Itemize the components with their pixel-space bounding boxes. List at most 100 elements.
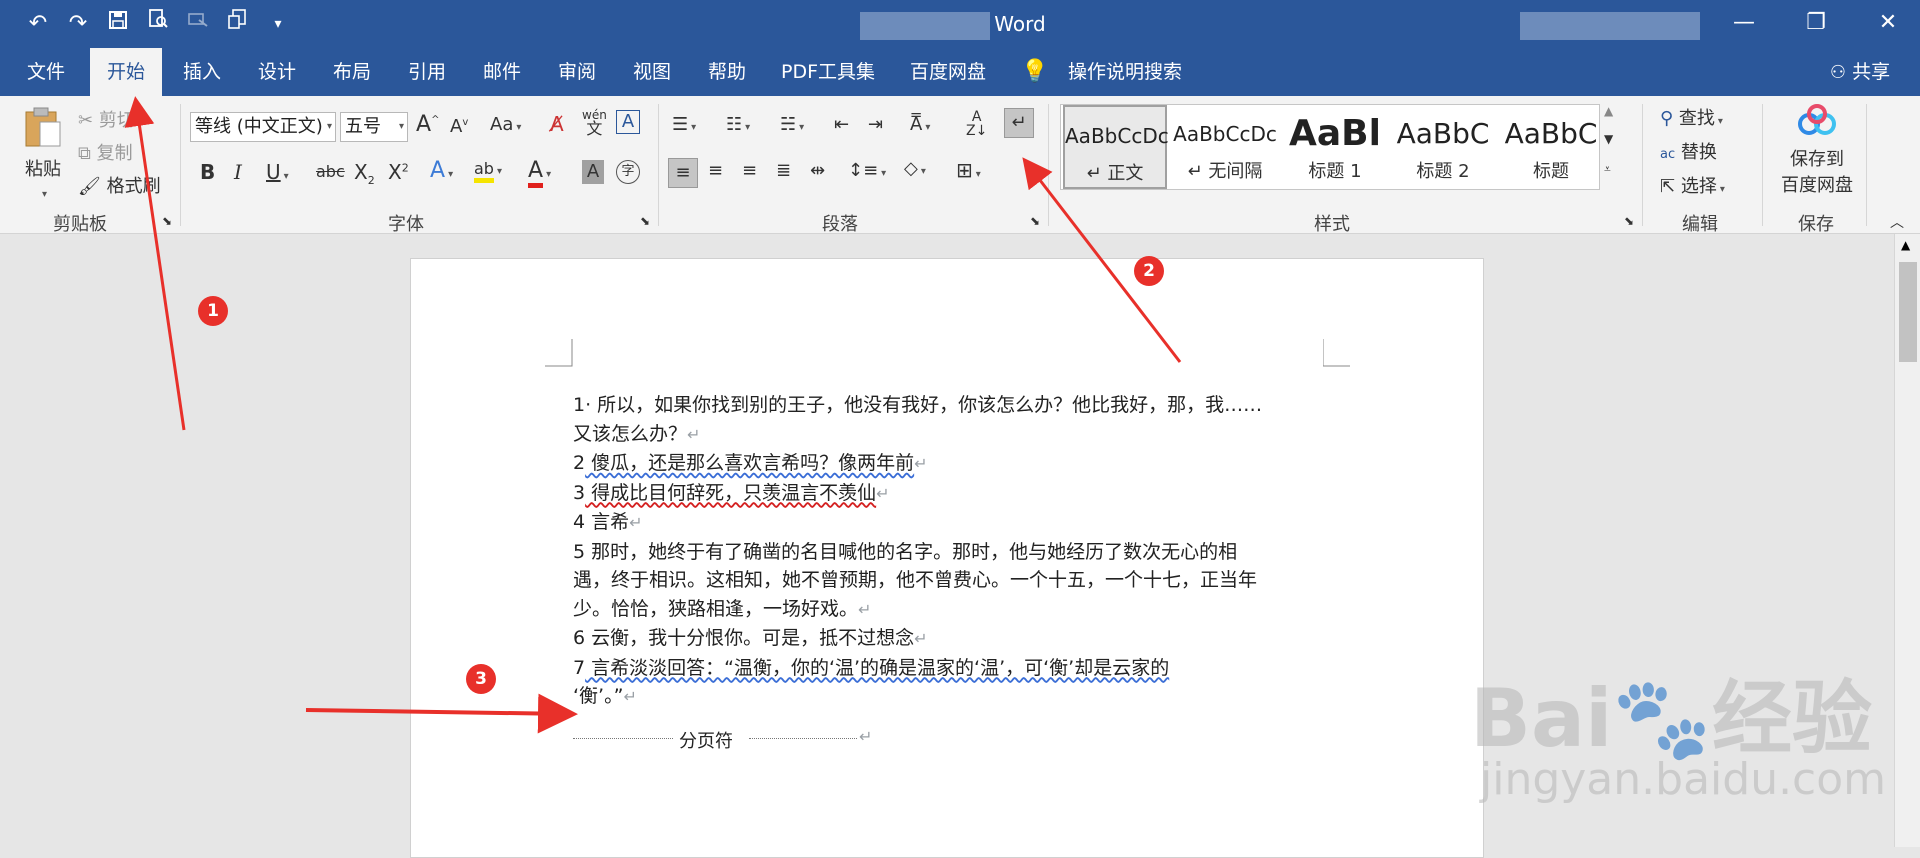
sort-button[interactable]: A Z↓	[966, 110, 987, 138]
font-name-select[interactable]: 等线 (中文正文) ▾	[190, 112, 336, 142]
paragraph: 1· 所以，如果你找到别的王子，他没有我好，你该怎么办？他比我好，那，我……	[573, 394, 1263, 416]
justify-button[interactable]: ≣	[776, 160, 791, 181]
restore-button[interactable]: ❐	[1784, 0, 1848, 48]
strikethrough-button[interactable]: abc	[316, 162, 345, 181]
tab-mailings[interactable]: 邮件	[472, 48, 532, 96]
tab-file[interactable]: 文件	[18, 48, 74, 96]
ribbon-tabs: 文件 开始 插入 设计 布局 引用 邮件 审阅 视图 帮助 PDF工具集 百度网…	[0, 48, 1920, 96]
tab-design[interactable]: 设计	[247, 48, 307, 96]
distributed-button[interactable]: ⇹	[810, 160, 825, 181]
styles-more-icon[interactable]: ⩡	[1604, 162, 1611, 177]
italic-button[interactable]: I	[234, 160, 242, 184]
paragraph-mark: ↵	[859, 727, 873, 746]
font-size-select[interactable]: 五号 ▾	[340, 112, 408, 142]
paragraph-launcher-icon[interactable]: ⬊	[1030, 214, 1040, 228]
highlight-button[interactable]: ab ▾	[474, 158, 502, 183]
scroll-up-icon[interactable]: ▲	[1901, 238, 1910, 252]
change-case-button[interactable]: Aa ▾	[490, 114, 521, 135]
paw-icon: 🐾	[1612, 672, 1712, 765]
clipboard-launcher-icon[interactable]: ⬊	[162, 214, 172, 228]
tab-pdf-tools[interactable]: PDF工具集	[772, 48, 884, 96]
document-body[interactable]: 1· 所以，如果你找到别的王子，他没有我好，你该怎么办？他比我好，那，我…… 又…	[573, 391, 1333, 712]
increase-indent-button[interactable]: ⇥	[868, 114, 883, 135]
font-size-value: 五号	[345, 116, 381, 137]
styles-group-label: 样式	[1314, 214, 1350, 235]
tab-view[interactable]: 视图	[622, 48, 682, 96]
chevron-down-icon: ▾	[398, 121, 404, 132]
tab-layout[interactable]: 布局	[322, 48, 382, 96]
clear-formatting-icon[interactable]: A̸	[550, 112, 564, 136]
document-page[interactable]: 1· 所以，如果你找到别的王子，他没有我好，你该怎么办？他比我好，那，我…… 又…	[410, 258, 1484, 858]
close-button[interactable]: ✕	[1856, 0, 1920, 48]
bullets-button[interactable]: ☰ ▾	[672, 114, 696, 135]
chinese-layout-button[interactable]: A̿ ▾	[910, 114, 930, 135]
style-title[interactable]: AaBbC 标题	[1499, 105, 1603, 189]
scrollbar-thumb[interactable]	[1899, 262, 1917, 362]
chevron-down-icon: ▾	[326, 121, 332, 132]
styles-gallery: AaBbCcDc ↵ 正文 AaBbCcDc ↵ 无间隔 AaBl 标题 1 A…	[1060, 104, 1600, 190]
align-right-button[interactable]: ≡	[742, 160, 757, 181]
line-spacing-button[interactable]: ↕≡ ▾	[848, 160, 886, 181]
styles-launcher-icon[interactable]: ⬊	[1624, 214, 1634, 228]
borders-button[interactable]: ⊞ ▾	[956, 158, 981, 182]
paragraph: 少。恰恰，狭路相逢，一场好戏。↵	[573, 597, 872, 620]
replace-button[interactable]: ac 替换	[1660, 138, 1717, 164]
tab-review[interactable]: 审阅	[547, 48, 607, 96]
format-painter-button[interactable]: 🖌 格式刷	[78, 172, 161, 198]
collapse-ribbon-icon[interactable]: ︿	[1890, 212, 1904, 232]
shading-button[interactable]: ◇ ▾	[904, 158, 926, 179]
tab-help[interactable]: 帮助	[697, 48, 757, 96]
highlighter-icon: ab	[474, 159, 494, 183]
underline-button[interactable]: U ▾	[266, 160, 289, 184]
grow-font-button[interactable]: A^	[416, 112, 439, 137]
paragraph: ‘衡’。”↵	[573, 685, 637, 707]
page-break-marker[interactable]: 分页符 ↵	[573, 727, 883, 752]
select-button[interactable]: ⇱ 选择 ▾	[1660, 172, 1725, 198]
baidu-netdisk-label: 百度网盘	[1781, 175, 1853, 196]
copy-button[interactable]: ⧉ 复制	[78, 139, 133, 165]
find-button[interactable]: ⚲ 查找 ▾	[1660, 104, 1723, 130]
minimize-button[interactable]: —	[1712, 0, 1776, 48]
paste-button[interactable]: 粘贴 ▾	[18, 106, 68, 202]
share-button[interactable]: ⚇ 共享	[1820, 48, 1900, 96]
font-color-button[interactable]: A ▾	[528, 158, 551, 188]
save-to-baidu-button[interactable]: 保存到 百度网盘	[1772, 104, 1862, 197]
decrease-indent-button[interactable]: ⇤	[834, 114, 849, 135]
vertical-scrollbar[interactable]: ▲	[1894, 234, 1920, 847]
style-normal[interactable]: AaBbCcDc ↵ 正文	[1063, 105, 1169, 189]
styles-scroll-down-icon[interactable]: ▼	[1604, 132, 1613, 146]
numbering-button[interactable]: ☷ ▾	[726, 114, 750, 135]
tab-home[interactable]: 开始	[90, 48, 162, 96]
baidu-netdisk-icon	[1798, 104, 1836, 135]
bold-button[interactable]: B	[200, 160, 215, 184]
tab-baidu-netdisk[interactable]: 百度网盘	[900, 48, 996, 96]
align-center-button[interactable]: ≡	[708, 160, 723, 181]
style-heading-1[interactable]: AaBl 标题 1	[1283, 105, 1387, 189]
paste-dropdown-icon[interactable]: ▾	[42, 189, 47, 200]
paragraph: 又该怎么办？↵	[573, 422, 701, 445]
page-break-line-right	[749, 738, 857, 739]
show-formatting-marks-button[interactable]: ↵	[1004, 108, 1034, 138]
tab-insert[interactable]: 插入	[172, 48, 232, 96]
style-heading-2[interactable]: AaBbC 标题 2	[1391, 105, 1495, 189]
cut-button[interactable]: ✂ 剪切	[78, 106, 135, 132]
document-canvas: 1· 所以，如果你找到别的王子，他没有我好，你该怎么办？他比我好，那，我…… 又…	[0, 234, 1894, 858]
superscript-button[interactable]: X2	[388, 160, 409, 184]
enclose-characters-button[interactable]: 字	[616, 160, 640, 184]
phonetic-guide-button[interactable]: wén 文	[582, 108, 607, 137]
shrink-font-button[interactable]: Av	[450, 116, 468, 137]
paragraph: 2 傻瓜，还是那么喜欢言希吗？像两年前↵	[573, 452, 928, 474]
undo-icon[interactable]: ↶	[18, 6, 58, 42]
font-launcher-icon[interactable]: ⬊	[640, 214, 650, 228]
tell-me-search[interactable]: 操作说明搜索	[1060, 48, 1190, 96]
character-border-button[interactable]: A	[616, 110, 640, 134]
subscript-button[interactable]: X2	[354, 160, 375, 187]
multilevel-list-button[interactable]: ☵ ▾	[780, 114, 804, 135]
tab-references[interactable]: 引用	[397, 48, 457, 96]
align-left-button[interactable]: ≡	[668, 158, 698, 188]
annotation-badge-1: 1	[198, 296, 228, 326]
styles-scroll-up-icon[interactable]: ▲	[1604, 104, 1613, 118]
character-shading-button[interactable]: A	[582, 160, 604, 184]
style-no-spacing[interactable]: AaBbCcDc ↵ 无间隔	[1173, 105, 1277, 189]
text-effects-button[interactable]: A ▾	[430, 158, 453, 183]
